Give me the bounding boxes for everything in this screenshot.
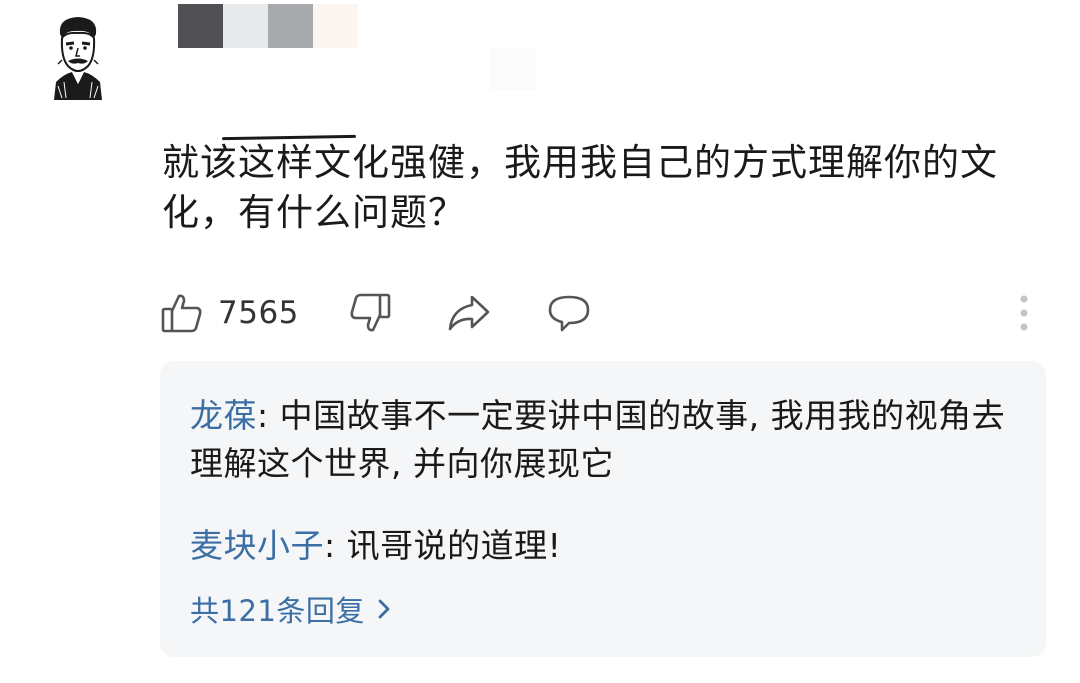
chevron-right-icon <box>378 599 390 619</box>
reply-text: 讯哥说的道理! <box>346 526 562 565</box>
portrait-avatar-icon <box>54 17 102 100</box>
reply-separator: : <box>324 526 347 565</box>
reply-item: 麦块小子: 讯哥说的道理! <box>190 522 1030 570</box>
author-name-redacted[interactable] <box>178 4 358 48</box>
more-vertical-icon <box>1020 295 1028 331</box>
reply-separator: : <box>257 396 280 435</box>
view-all-replies-label: 共121条回复 <box>190 594 365 628</box>
avatar[interactable] <box>50 12 106 100</box>
speech-bubble-icon <box>548 295 590 332</box>
reply-item: 龙葆: 中国故事不一定要讲中国的故事, 我用我的视角去理解这个世界, 并向你展现… <box>190 392 1030 488</box>
comment-text: 就该这样文化强健，我用我自己的方式理解你的文化，有什么问题？ <box>162 141 998 234</box>
thumbs-up-icon <box>161 294 202 333</box>
share-button[interactable] <box>446 285 492 341</box>
reply-button[interactable] <box>546 285 592 341</box>
dislike-button[interactable] <box>348 285 392 341</box>
view-all-replies-link[interactable]: 共121条回复 <box>190 587 391 631</box>
redaction-block <box>223 4 268 48</box>
redaction-block <box>313 4 358 48</box>
like-button[interactable]: 7565 <box>160 285 299 341</box>
reply-author[interactable]: 龙葆 <box>190 396 257 435</box>
share-arrow-icon <box>448 295 490 331</box>
thumbs-down-icon <box>350 293 391 332</box>
reply-text: 中国故事不一定要讲中国的故事, 我用我的视角去理解这个世界, 并向你展现它 <box>190 396 1006 483</box>
redaction-block <box>178 4 223 48</box>
comment-actions: 7565 <box>160 285 1050 341</box>
redaction-block <box>490 48 536 90</box>
more-options-button[interactable] <box>1012 285 1036 341</box>
redaction-block <box>268 4 313 48</box>
reply-preview-box[interactable]: 龙葆: 中国故事不一定要讲中国的故事, 我用我的视角去理解这个世界, 并向你展现… <box>160 361 1046 657</box>
reply-author[interactable]: 麦块小子 <box>190 526 324 565</box>
like-count: 7565 <box>218 295 299 331</box>
